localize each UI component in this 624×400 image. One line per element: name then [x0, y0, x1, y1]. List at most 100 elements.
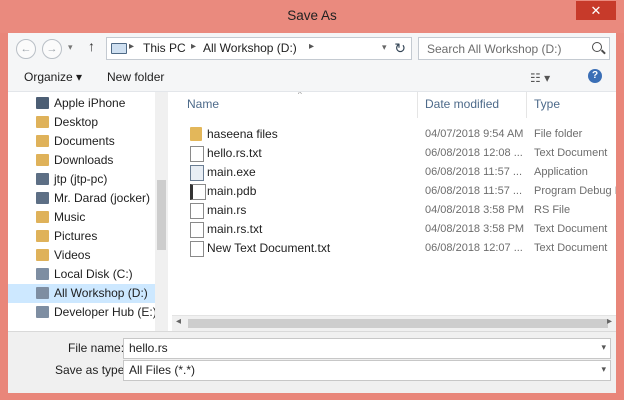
nav-item-label: jtp (jtp-pc)	[54, 172, 108, 186]
nav-item-label: Videos	[54, 248, 91, 262]
file-name-dropdown-icon[interactable]: ▾	[601, 342, 606, 353]
path-dropdown-icon[interactable]: ▾	[382, 42, 387, 53]
nav-item[interactable]: Mr. Darad (jocker)	[14, 189, 154, 208]
file-name: hello.rs.txt	[207, 146, 262, 160]
forward-button[interactable]: →	[42, 39, 62, 59]
nav-item-label: Apple iPhone	[54, 96, 126, 110]
navigation-scrollbar[interactable]	[155, 92, 168, 332]
scroll-right-icon[interactable]: ▸	[607, 316, 612, 327]
file-row[interactable]: main.rs.txt 04/08/2018 3:58 PM Text Docume…	[172, 220, 616, 239]
column-date-modified[interactable]: Date modified	[425, 97, 499, 111]
help-icon[interactable]: ?	[588, 69, 602, 83]
search-icon[interactable]	[592, 42, 602, 52]
file-date-modified: 06/08/2018 11:57 ...	[425, 166, 523, 178]
nav-item[interactable]: Pictures	[14, 227, 154, 246]
text-file-icon	[190, 222, 204, 238]
back-button[interactable]: ←	[16, 39, 36, 59]
folder-icon	[36, 154, 49, 166]
file-type: Text Document	[534, 223, 608, 235]
column-divider[interactable]	[526, 92, 527, 118]
nav-item[interactable]: Documents	[14, 132, 154, 151]
nav-item[interactable]: Music	[14, 208, 154, 227]
file-row[interactable]: hello.rs.txt 06/08/2018 12:08 ... Text Doc…	[172, 144, 616, 163]
file-row[interactable]: haseena files 04/07/2018 9:54 AM File fold…	[172, 125, 616, 144]
path-box[interactable]: ▸ This PC ▸ All Workshop (D:) ▸ ▾ ↻	[106, 37, 412, 60]
file-date-modified: 06/08/2018 11:57 ...	[425, 185, 523, 197]
folder-icon	[36, 249, 49, 261]
drive-icon	[36, 306, 49, 318]
refresh-icon[interactable]: ↻	[394, 40, 406, 57]
file-name-value: hello.rs	[129, 341, 168, 355]
file-list-horizontal-scrollbar[interactable]: ◂ ▸	[172, 315, 616, 331]
folder-icon	[36, 230, 49, 242]
application-icon	[190, 165, 204, 181]
file-row[interactable]: main.pdb 06/08/2018 11:57 ... Program Debu…	[172, 182, 616, 201]
new-folder-button[interactable]: New folder	[107, 70, 164, 84]
nav-item[interactable]: Apple iPhone	[14, 94, 154, 113]
nav-item-label: Mr. Darad (jocker)	[54, 191, 151, 205]
debug-file-icon	[190, 184, 206, 200]
file-row[interactable]: main.rs 04/08/2018 3:58 PM RS File	[172, 201, 616, 220]
column-name[interactable]: Name	[187, 97, 219, 111]
close-button[interactable]: ✕	[576, 1, 616, 20]
crumb-separator: ▸	[191, 41, 197, 52]
column-divider[interactable]	[417, 92, 418, 118]
nav-item[interactable]: Downloads	[14, 151, 154, 170]
user-icon	[36, 192, 49, 204]
save-as-type-select[interactable]: All Files (*.*) ▾	[123, 360, 611, 381]
file-date-modified: 04/08/2018 3:58 PM	[425, 204, 525, 216]
file-date-modified: 04/07/2018 9:54 AM	[425, 128, 524, 140]
file-type: RS File	[534, 204, 571, 216]
nav-item-label: Documents	[54, 134, 115, 148]
file-name: main.pdb	[207, 184, 257, 198]
save-as-type-dropdown-icon[interactable]: ▾	[601, 364, 606, 375]
nav-item[interactable]: jtp (jtp-pc)	[14, 170, 154, 189]
nav-item[interactable]: Videos	[14, 246, 154, 265]
crumb-all-workshop[interactable]: All Workshop (D:)	[203, 41, 297, 55]
user-icon	[36, 173, 49, 185]
change-view-icon[interactable]: ☷ ▾	[530, 71, 550, 85]
nav-item[interactable]: Local Disk (C:)	[14, 265, 154, 284]
file-name: haseena files	[207, 127, 278, 141]
file-type: Text Document	[534, 147, 608, 159]
address-bar: ← → ▾ ↑ ▸ This PC ▸ All Workshop (D:) ▸ …	[8, 33, 616, 63]
organize-button[interactable]: Organize ▾	[24, 70, 82, 84]
nav-item-label: Developer Hub (E:)	[54, 305, 157, 319]
file-date-modified: 04/08/2018 3:58 PM	[425, 223, 525, 235]
drive-icon	[36, 268, 49, 280]
file-row[interactable]: New Text Document.txt 06/08/2018 12:07 ..…	[172, 239, 616, 258]
file-name-field[interactable]: hello.rs ▾	[123, 338, 611, 359]
nav-item[interactable]: Developer Hub (E:)	[14, 303, 157, 322]
up-button[interactable]: ↑	[88, 38, 95, 54]
folder-icon	[36, 116, 49, 128]
scrollbar-thumb[interactable]	[188, 319, 608, 328]
nav-item[interactable]: Desktop	[14, 113, 154, 132]
title-bar: Save As ✕	[0, 0, 624, 33]
command-bar: Organize ▾ New folder ☷ ▾ ?	[8, 63, 616, 92]
scrollbar-thumb[interactable]	[157, 180, 166, 250]
file-name: main.exe	[207, 165, 256, 179]
file-date-modified: 06/08/2018 12:07 ...	[425, 242, 523, 254]
file-row[interactable]: main.exe 06/08/2018 11:57 ... Application	[172, 163, 616, 182]
file-name: main.rs	[207, 203, 247, 217]
recent-locations-dropdown[interactable]: ▾	[68, 42, 73, 53]
search-placeholder: Search All Workshop (D:)	[427, 42, 562, 56]
this-pc-icon	[111, 43, 127, 54]
nav-item-label: All Workshop (D:)	[54, 286, 148, 300]
nav-item-label: Music	[54, 210, 86, 224]
save-as-type-value: All Files (*.*)	[129, 363, 196, 377]
crumb-separator: ▸	[309, 41, 315, 52]
nav-item[interactable]: All Workshop (D:)	[8, 284, 155, 303]
file-icon	[190, 203, 204, 219]
folder-icon	[36, 211, 49, 223]
crumb-this-pc[interactable]: This PC	[143, 41, 186, 55]
sort-ascending-icon: ^	[298, 92, 302, 99]
dialog-body: ← → ▾ ↑ ▸ This PC ▸ All Workshop (D:) ▸ …	[8, 33, 616, 393]
file-type: Text Document	[534, 242, 608, 254]
text-file-icon	[190, 241, 204, 257]
file-date-modified: 06/08/2018 12:08 ...	[425, 147, 523, 159]
file-type: Program Debug D...	[534, 185, 616, 197]
scroll-left-icon[interactable]: ◂	[176, 316, 181, 327]
column-type[interactable]: Type	[534, 97, 560, 111]
search-input[interactable]: Search All Workshop (D:)	[418, 37, 610, 60]
